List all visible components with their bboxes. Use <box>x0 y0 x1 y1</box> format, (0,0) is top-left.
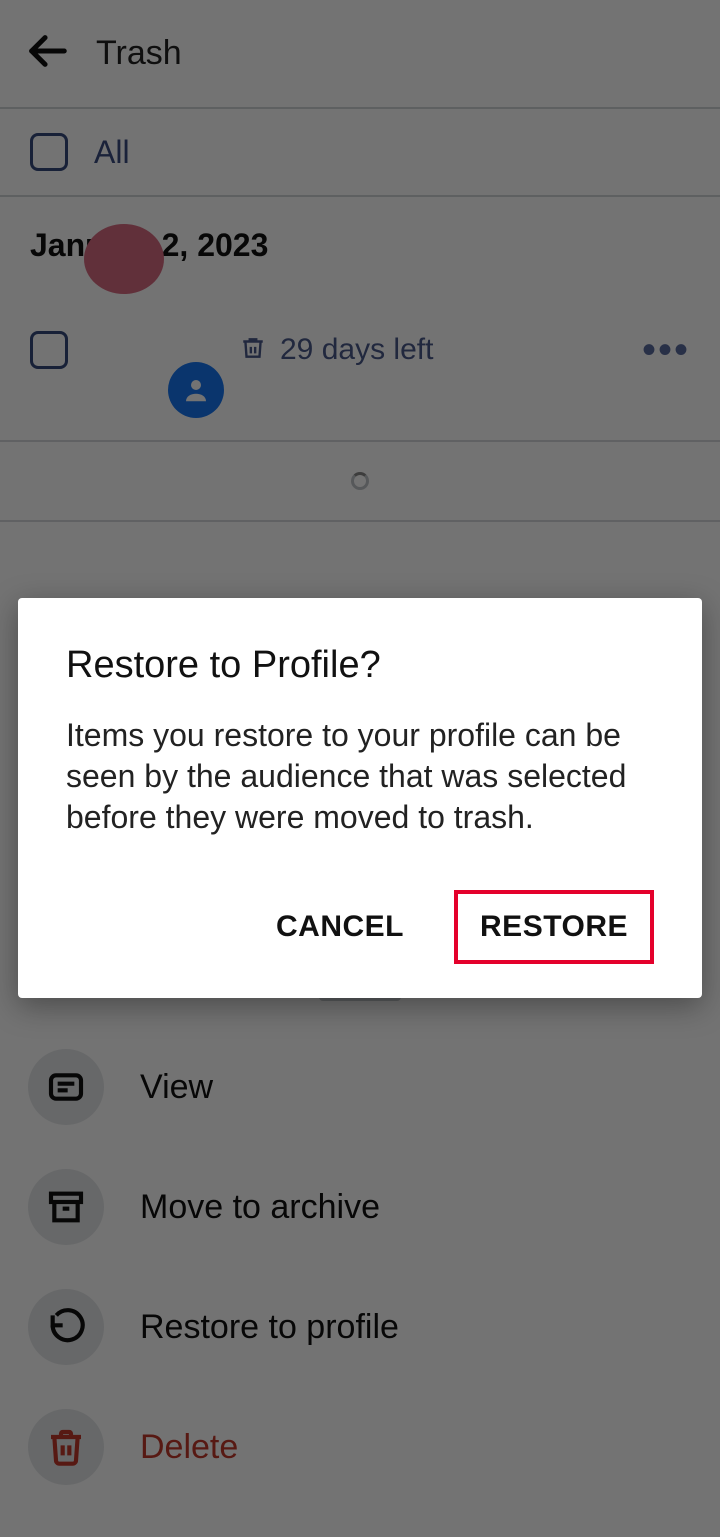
restore-dialog: Restore to Profile? Items you restore to… <box>18 598 702 998</box>
cancel-button[interactable]: CANCEL <box>260 898 420 956</box>
dialog-body: Items you restore to your profile can be… <box>66 715 654 838</box>
dialog-title: Restore to Profile? <box>66 644 654 687</box>
restore-button[interactable]: RESTORE <box>454 890 654 964</box>
dialog-actions: CANCEL RESTORE <box>66 890 654 964</box>
